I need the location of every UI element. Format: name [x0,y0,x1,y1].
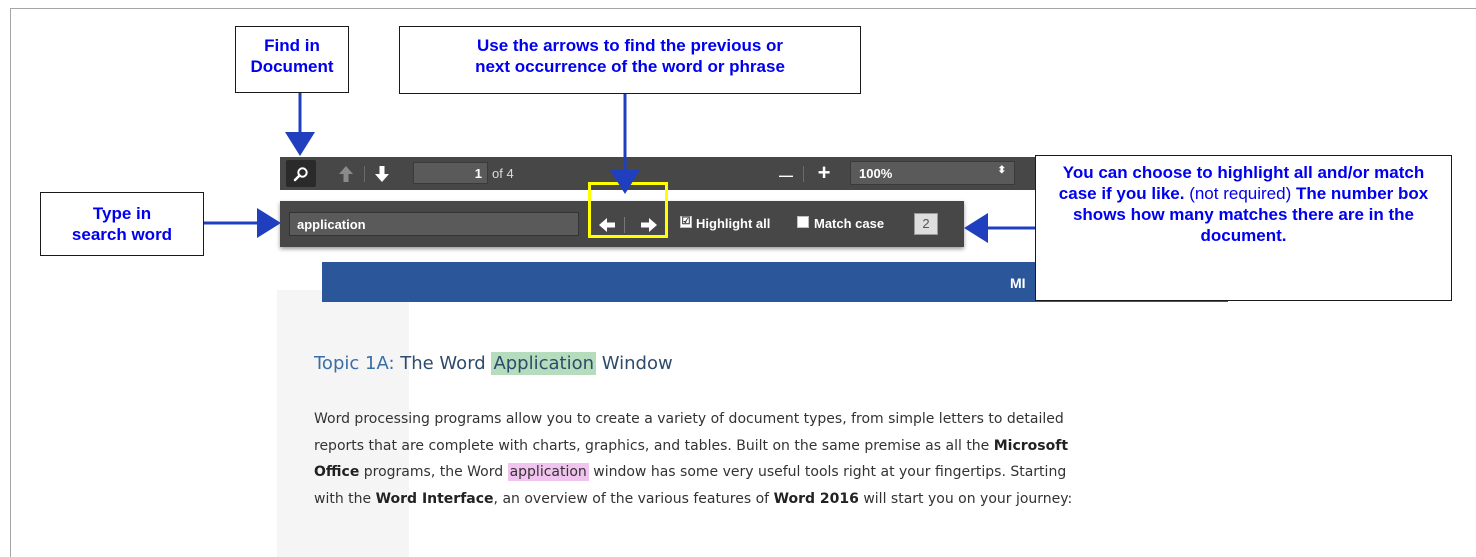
search-input[interactable]: application [289,212,579,236]
para-bold: Word Interface [375,490,494,507]
current-match-highlight: application [507,463,589,481]
callout-highlight-match-case: You can choose to highlight all and/or m… [1035,155,1452,301]
toolbar-divider [364,166,365,182]
callout-text: Find in [264,36,320,55]
callout-find-in-document: Find in Document [235,26,349,93]
callout-text: Type in [92,204,152,223]
callout-text: search word [71,225,173,244]
match-case-checkbox[interactable] [797,216,809,228]
minus-icon: — [779,167,793,183]
search-match-highlight: Application [491,352,597,375]
para-text: , an overview of the various features of [493,490,774,507]
arrows-highlight-box [588,182,668,238]
match-case-label[interactable]: Match case [814,216,884,231]
banner-text: MI [1010,275,1026,291]
topic-text: The Word [394,353,492,374]
topic-text-end: Window [596,353,673,374]
callout-use-arrows: Use the arrows to find the previous or n… [399,26,861,94]
select-caret-icon: ⬍ [997,165,1006,176]
toolbar-divider [803,166,804,182]
zoom-select[interactable]: 100% ⬍ [850,161,1015,185]
callout-text: Use the arrows to find the previous or [476,36,784,55]
topic-heading: Topic 1A: The Word Application Window [314,352,673,375]
search-icon [293,166,308,181]
previous-page-button[interactable] [334,161,358,186]
plus-icon: + [817,160,831,185]
callout-type-search-word: Type in search word [40,192,204,256]
para-text: Word processing programs allow you to cr… [314,411,1064,454]
find-button[interactable] [286,160,316,187]
para-text: will start you on your journey: [858,490,1073,507]
callout-text: Document [250,57,334,76]
page-count-label: of 4 [492,166,514,181]
callout-text: (not required) [1184,184,1292,203]
next-page-button[interactable] [370,161,394,186]
zoom-in-button[interactable]: + [813,162,835,184]
arrow-down-icon [375,165,389,182]
highlight-all-label[interactable]: Highlight all [696,216,770,231]
match-count-box: 2 [914,213,938,235]
zoom-value: 100% [859,166,893,181]
para-text: programs, the Word [359,464,508,480]
topic-lead: Topic 1A: [314,353,395,374]
highlight-all-checkbox[interactable]: ☑ [680,216,692,228]
arrow-up-icon [339,165,353,182]
para-bold: Word 2016 [773,490,859,507]
callout-text: next occurrence of the word or phrase [475,57,785,76]
document-paragraph: Word processing programs allow you to cr… [314,406,1074,512]
page-number-input[interactable]: 1 [413,162,488,184]
zoom-out-button[interactable]: — [775,162,797,184]
